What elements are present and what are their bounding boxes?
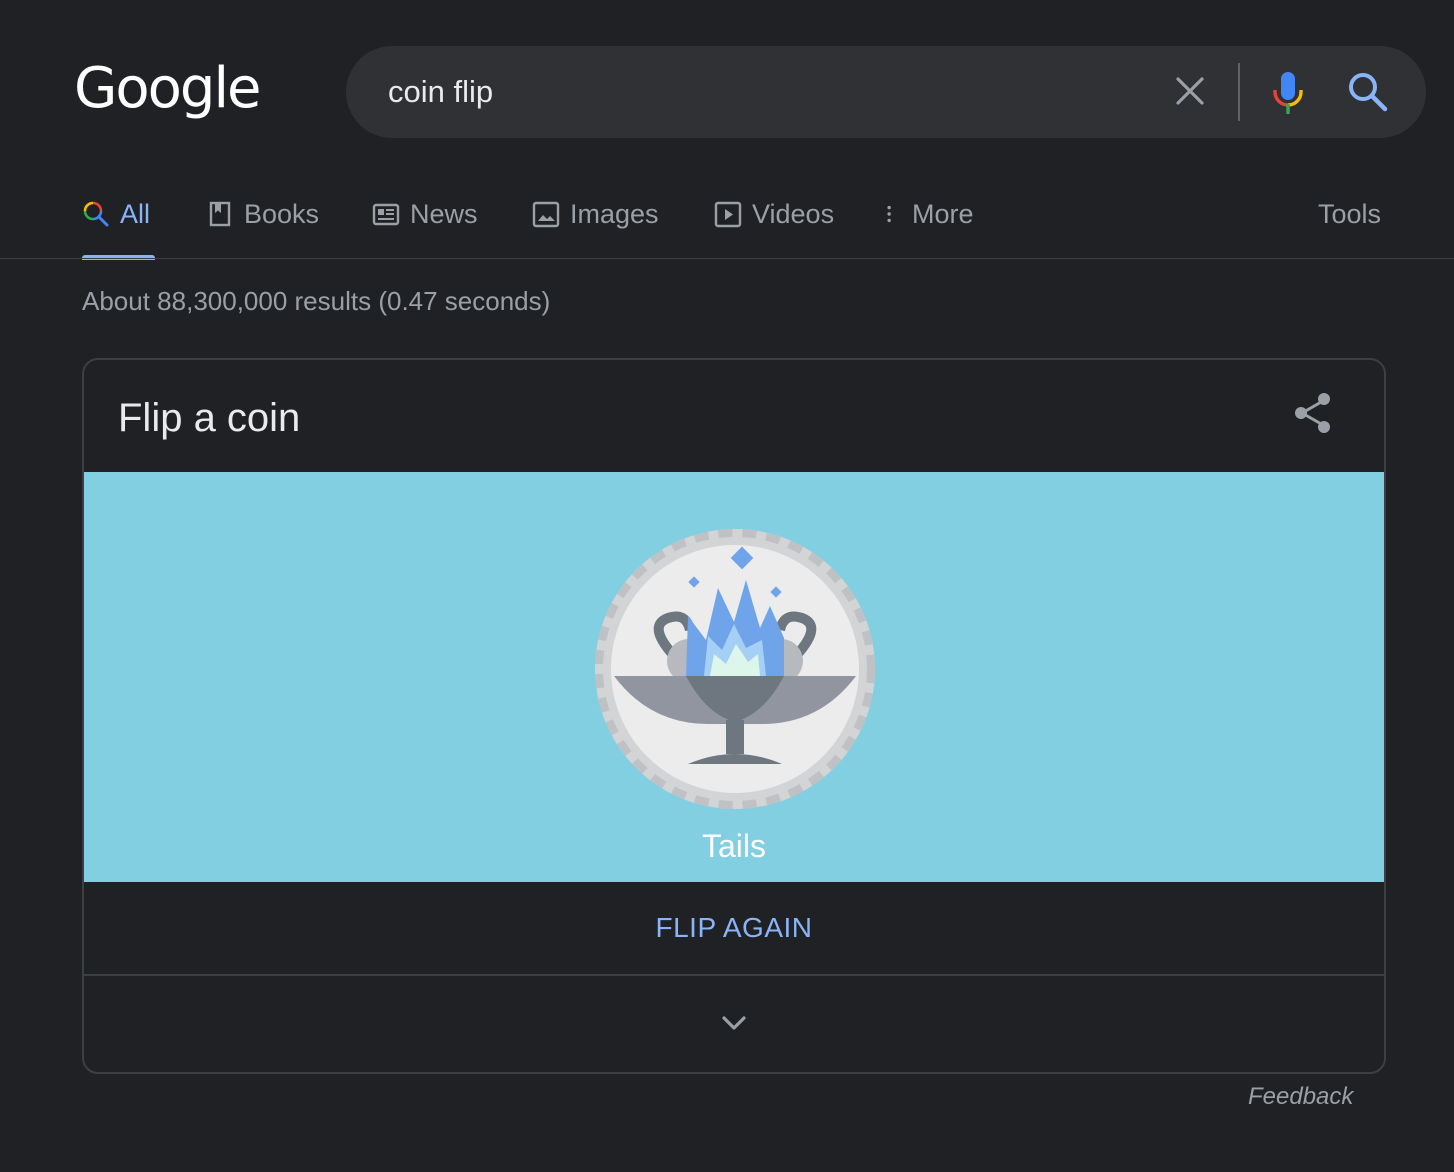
coin-result: Tails (701, 828, 766, 864)
tab-images[interactable]: Images (532, 190, 659, 260)
tab-label: Images (570, 199, 659, 229)
search-icon[interactable] (1346, 70, 1390, 114)
search-icon (83, 201, 109, 227)
tab-all[interactable]: All (82, 190, 155, 260)
coin-tails-image[interactable] (594, 528, 876, 810)
tab-books[interactable]: Books (206, 190, 319, 260)
flip-again-button[interactable]: FLIP AGAIN (84, 912, 1384, 944)
tab-label: Books (244, 199, 320, 229)
tab-label: All (120, 199, 151, 229)
tab-more[interactable]: More (882, 190, 974, 260)
tab-label: Videos (752, 199, 835, 229)
tools-button[interactable]: Tools (1318, 190, 1381, 238)
feedback-link[interactable]: Feedback (1248, 1083, 1353, 1111)
flip-row: FLIP AGAIN (84, 882, 1384, 976)
card-title: Flip a coin (118, 396, 301, 440)
mic-icon[interactable] (1268, 70, 1308, 116)
expand-button[interactable] (84, 976, 1384, 1072)
more-vert-icon (887, 205, 891, 223)
share-icon[interactable] (1290, 390, 1336, 436)
book-icon (209, 201, 231, 227)
video-icon (714, 201, 742, 228)
image-icon (532, 201, 560, 228)
search-divider (1238, 63, 1240, 121)
tab-news[interactable]: News (372, 190, 478, 260)
search-results-page: Google coin flip All Books News Images V… (0, 0, 1454, 1172)
news-icon (372, 203, 400, 226)
search-bar[interactable] (346, 46, 1426, 138)
coin-flip-card: Flip a coin Tails FLIP AGAIN (82, 358, 1386, 1074)
tab-label: News (410, 199, 478, 229)
tabs-divider (0, 258, 1454, 259)
chevron-down-icon (722, 1016, 746, 1030)
tab-label: More (912, 199, 974, 229)
google-logo[interactable]: Google (74, 56, 261, 121)
coin-display: Tails (84, 472, 1384, 882)
close-icon[interactable] (1166, 72, 1214, 112)
tab-videos[interactable]: Videos (714, 190, 834, 260)
results-stats: About 88,300,000 results (0.47 seconds) (82, 286, 551, 316)
search-input[interactable] (388, 70, 1148, 114)
